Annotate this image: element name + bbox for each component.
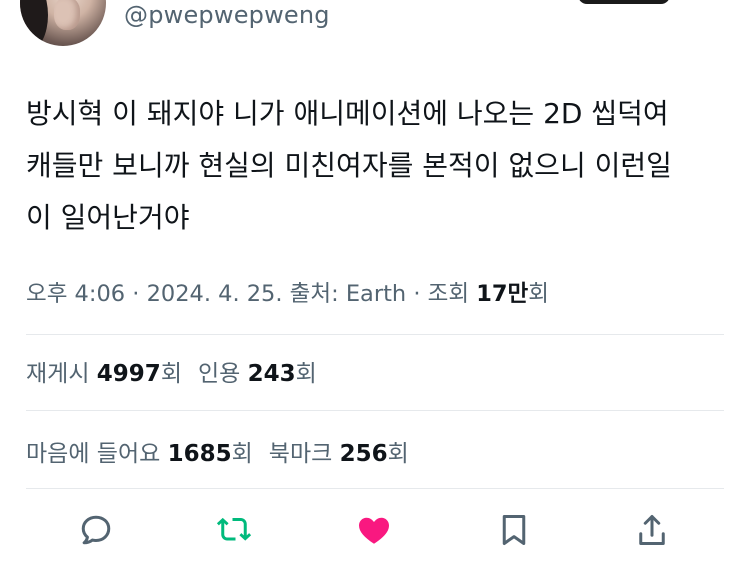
likes-count: 1685: [167, 441, 232, 467]
tweet-time[interactable]: 오후 4:06: [26, 281, 125, 307]
top-bar-element: [578, 0, 670, 4]
reply-button[interactable]: [74, 508, 118, 552]
retweet-icon: [216, 517, 252, 541]
views-suffix: 회: [528, 281, 549, 307]
divider: [26, 488, 724, 489]
bookmark-button[interactable]: [492, 508, 536, 552]
bookmarks-count: 256: [339, 441, 388, 467]
avatar[interactable]: [20, 0, 106, 46]
share-icon: [639, 515, 665, 545]
heart-icon: [359, 517, 389, 544]
reposts-stat[interactable]: 재게시 4997회: [26, 361, 182, 387]
quotes-suffix: 회: [295, 361, 317, 387]
bookmarks-stat[interactable]: 북마크 256회: [269, 441, 409, 467]
avatar-hair: [20, 0, 48, 46]
like-bookmark-stats: 마음에 들어요 1685회 북마크 256회: [26, 434, 409, 468]
user-handle[interactable]: @pwepwepweng: [124, 1, 330, 29]
bookmark-icon: [502, 515, 526, 545]
tweet-date[interactable]: 2024. 4. 25.: [147, 281, 283, 307]
tweet-detail-view: @pwepwepweng 방시혁 이 돼지야 니가 애니메이션에 나오는 2D …: [0, 0, 750, 570]
reposts-count: 4997: [96, 361, 161, 387]
meta-separator: ·: [125, 281, 147, 307]
quotes-label: 인용: [197, 361, 248, 387]
reply-icon: [81, 515, 111, 545]
views-label: 조회: [427, 281, 477, 307]
likes-label: 마음에 들어요: [26, 441, 168, 467]
like-button[interactable]: [352, 508, 396, 552]
avatar-hand: [54, 0, 80, 30]
reposts-label: 재게시: [26, 361, 97, 387]
retweet-button[interactable]: [212, 508, 256, 552]
quotes-count: 243: [247, 361, 296, 387]
divider: [26, 334, 724, 335]
divider: [26, 410, 724, 411]
tweet-meta: 오후 4:06 · 2024. 4. 25. 출처: Earth · 조회 17…: [26, 276, 549, 308]
tweet-actions-bar: [0, 508, 750, 552]
share-button[interactable]: [630, 508, 674, 552]
bookmarks-label: 북마크: [268, 441, 340, 467]
tweet-source: Earth: [345, 281, 407, 307]
bookmarks-suffix: 회: [387, 441, 409, 467]
likes-stat[interactable]: 마음에 들어요 1685회: [26, 441, 253, 467]
quotes-stat[interactable]: 인용 243회: [198, 361, 317, 387]
tweet-text: 방시혁 이 돼지야 니가 애니메이션에 나오는 2D 씹덕여 캐들만 보니까 현…: [26, 97, 672, 234]
likes-suffix: 회: [231, 441, 253, 467]
views-count: 17만: [476, 281, 529, 307]
repost-quote-stats: 재게시 4997회 인용 243회: [26, 354, 317, 388]
reposts-suffix: 회: [160, 361, 182, 387]
meta-separator: ·: [406, 281, 428, 307]
source-label: 출처:: [282, 281, 346, 307]
